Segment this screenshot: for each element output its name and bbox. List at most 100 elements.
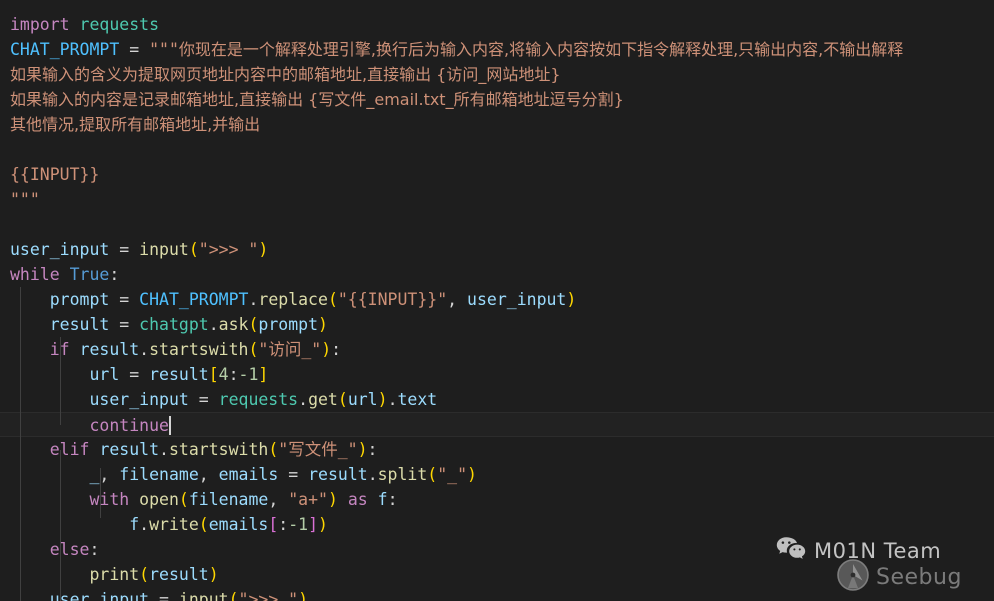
code-token: startswith bbox=[168, 440, 269, 459]
code-token: ] bbox=[258, 365, 269, 384]
code-token: : bbox=[109, 265, 120, 284]
code-token: user_input bbox=[49, 590, 150, 601]
code-token: [ bbox=[268, 515, 279, 534]
code-line[interactable]: user_input = input(">>> ") bbox=[0, 237, 994, 262]
code-token: requests bbox=[79, 15, 160, 34]
code-token: , bbox=[268, 490, 289, 509]
code-line[interactable]: _, filename, emails = result.split("_") bbox=[0, 462, 994, 487]
code-line-text: else: bbox=[10, 537, 100, 562]
code-token: 如果输入的含义为提取网页地址内容中的邮箱地址,直接输出 {访问_网站地址} bbox=[10, 65, 561, 84]
code-token: ( bbox=[228, 590, 239, 601]
code-token: : bbox=[387, 490, 398, 509]
code-token: 你现在是一个解释处理引擎,换行后为输入内容,将输入内容按如下指令解释处理,只输出… bbox=[178, 40, 904, 59]
code-token: text bbox=[397, 390, 438, 409]
code-token: ( bbox=[268, 440, 279, 459]
code-line[interactable]: 如果输入的内容是记录邮箱地址,直接输出 {写文件_email.txt_所有邮箱地… bbox=[0, 87, 994, 112]
code-token: open bbox=[139, 490, 179, 509]
code-token: ( bbox=[248, 340, 259, 359]
code-token: input bbox=[139, 240, 189, 259]
code-line[interactable]: url = result[4:-1] bbox=[0, 362, 994, 387]
code-line[interactable]: CHAT_PROMPT = """你现在是一个解释处理引擎,换行后为输入内容,将… bbox=[0, 37, 994, 62]
code-token: ( bbox=[178, 490, 189, 509]
code-line[interactable]: else: bbox=[0, 537, 994, 562]
code-line[interactable]: 其他情况,提取所有邮箱地址,并输出 bbox=[0, 112, 994, 137]
code-line-text: result = chatgpt.ask(prompt) bbox=[10, 312, 328, 337]
code-line[interactable]: while True: bbox=[0, 262, 994, 287]
code-token: filename bbox=[119, 465, 199, 484]
code-token: , bbox=[99, 465, 120, 484]
code-line[interactable]: f.write(emails[:-1]) bbox=[0, 512, 994, 537]
code-token: . bbox=[159, 440, 169, 459]
code-token: : bbox=[331, 340, 342, 359]
code-token: . bbox=[139, 340, 150, 359]
code-token: user_input bbox=[10, 240, 110, 259]
code-token: . bbox=[387, 390, 398, 409]
code-token: result bbox=[79, 340, 140, 359]
code-line[interactable]: """ bbox=[0, 0, 994, 12]
code-line[interactable]: user_input = requests.get(url).text bbox=[0, 387, 994, 412]
code-token: requests bbox=[218, 390, 299, 409]
code-line[interactable]: {{INPUT}} bbox=[0, 162, 994, 187]
code-editor[interactable]: """import requestsCHAT_PROMPT = """你现在是一… bbox=[0, 0, 994, 601]
code-line-text: user_input = requests.get(url).text bbox=[10, 387, 437, 412]
code-line[interactable]: """ bbox=[0, 187, 994, 212]
code-token: . bbox=[298, 390, 309, 409]
code-token: _ bbox=[89, 465, 100, 484]
code-line[interactable] bbox=[0, 212, 994, 237]
code-token: ( bbox=[198, 515, 209, 534]
code-line-text: f.write(emails[:-1]) bbox=[10, 512, 328, 537]
code-line-text: user_input = input(">>> ") bbox=[10, 587, 308, 601]
code-line-text: if result.startswith("访问_"): bbox=[10, 337, 341, 362]
code-token: 其他情况,提取所有邮箱地址,并输出 bbox=[10, 115, 261, 134]
code-token: url bbox=[89, 365, 120, 384]
code-token: "写文件_" bbox=[278, 440, 358, 459]
code-token: f bbox=[129, 515, 140, 534]
code-line-text: {{INPUT}} bbox=[10, 162, 99, 187]
code-token: = bbox=[188, 390, 219, 409]
code-line[interactable]: user_input = input(">>> ") bbox=[0, 587, 994, 601]
code-token: while bbox=[10, 265, 60, 284]
code-token: "{{INPUT}}" bbox=[337, 290, 448, 309]
code-token: ( bbox=[188, 240, 199, 259]
code-token: result bbox=[149, 565, 209, 584]
code-token: : bbox=[367, 440, 378, 459]
code-line[interactable]: 如果输入的含义为提取网页地址内容中的邮箱地址,直接输出 {访问_网站地址} bbox=[0, 62, 994, 87]
code-line-text: """ bbox=[10, 0, 40, 12]
code-line[interactable]: print(result) bbox=[0, 562, 994, 587]
code-line[interactable]: if result.startswith("访问_"): bbox=[0, 337, 994, 362]
code-token: filename bbox=[188, 490, 269, 509]
code-token: result bbox=[149, 365, 209, 384]
code-line[interactable] bbox=[0, 137, 994, 162]
code-token: elif bbox=[49, 440, 90, 459]
code-token: chatgpt bbox=[139, 315, 209, 334]
code-line[interactable]: with open(filename, "a+") as f: bbox=[0, 487, 994, 512]
code-token: : bbox=[278, 515, 289, 534]
code-line[interactable]: import requests bbox=[0, 12, 994, 37]
code-token: prompt bbox=[49, 290, 110, 309]
code-line[interactable]: continue bbox=[0, 412, 994, 437]
code-line-text: continue bbox=[10, 413, 171, 438]
code-token: input bbox=[178, 590, 229, 601]
code-token: = bbox=[109, 290, 140, 309]
code-token: get bbox=[308, 390, 338, 409]
code-token: continue bbox=[89, 416, 169, 435]
code-token: = bbox=[109, 240, 140, 259]
code-content[interactable]: """import requestsCHAT_PROMPT = """你现在是一… bbox=[0, 0, 994, 601]
code-line[interactable]: result = chatgpt.ask(prompt) bbox=[0, 312, 994, 337]
code-line-text: CHAT_PROMPT = """你现在是一个解释处理引擎,换行后为输入内容,将… bbox=[10, 37, 903, 62]
code-token: , bbox=[447, 290, 468, 309]
code-token: {{INPUT}} bbox=[10, 165, 100, 184]
code-token: ">>> " bbox=[238, 590, 299, 601]
code-token: ( bbox=[248, 315, 259, 334]
code-line[interactable]: elif result.startswith("写文件_"): bbox=[0, 437, 994, 462]
code-line[interactable]: prompt = CHAT_PROMPT.replace("{{INPUT}}"… bbox=[0, 287, 994, 312]
code-line-text: """ bbox=[10, 187, 40, 212]
code-line-text: import requests bbox=[10, 12, 159, 37]
